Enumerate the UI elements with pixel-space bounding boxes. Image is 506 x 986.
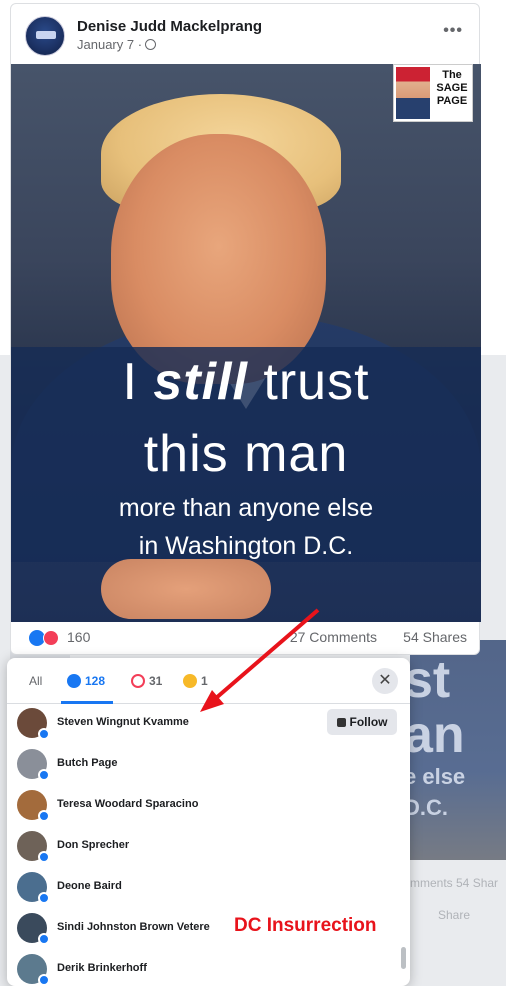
background-caption-fragment: an	[404, 706, 465, 764]
like-badge-icon	[38, 851, 50, 863]
tab-like-count: 128	[85, 674, 106, 688]
like-badge-icon	[38, 974, 50, 986]
reactions-count[interactable]: 160	[67, 629, 90, 645]
background-stats: mments 54 Shar	[410, 876, 499, 890]
post-date[interactable]: January 7 ·	[77, 37, 157, 52]
follow-label: Follow	[349, 715, 388, 729]
reaction-tabs: All 128 31 1 ✕	[7, 658, 410, 704]
reactions-list: Steven Wingnut Kvamme Follow Butch Page …	[7, 704, 410, 986]
shares-count[interactable]: 54 Shares	[403, 629, 467, 645]
like-badge-icon	[38, 933, 50, 945]
caption-word: trust	[247, 353, 370, 411]
author-avatar[interactable]	[25, 16, 65, 56]
tab-haha[interactable]: 1	[183, 674, 208, 688]
caption-emphasis: still	[153, 353, 248, 411]
like-badge-icon	[38, 769, 50, 781]
author-name[interactable]: Denise Judd Mackelprang	[77, 18, 262, 35]
list-item[interactable]: Derik Brinkerhoff	[7, 950, 410, 986]
person-name[interactable]: Don Sprecher	[57, 839, 129, 851]
tab-like[interactable]: 128	[67, 674, 105, 688]
close-button[interactable]: ✕	[372, 668, 398, 694]
person-name[interactable]: Steven Wingnut Kvamme	[57, 716, 189, 728]
tab-haha-count: 1	[201, 674, 208, 688]
image-hands	[101, 559, 271, 619]
follow-icon	[336, 718, 346, 727]
love-icon	[131, 674, 145, 688]
like-badge-icon	[38, 810, 50, 822]
comments-count[interactable]: 27 Comments	[290, 629, 377, 645]
post-header: Denise Judd Mackelprang January 7 · •••	[25, 16, 465, 56]
list-item[interactable]: Deone Baird	[7, 868, 410, 909]
watermark-text: The SAGE PAGE	[436, 69, 468, 107]
post-card: Denise Judd Mackelprang January 7 · ••• …	[10, 3, 481, 655]
post-stats: 160 27 Comments 54 Shares	[25, 628, 467, 648]
image-caption-line-4: in Washington D.C.	[138, 532, 354, 560]
haha-icon	[183, 674, 197, 688]
person-name[interactable]: Deone Baird	[57, 880, 122, 892]
follow-button[interactable]: Follow	[327, 709, 397, 735]
globe-icon	[145, 39, 157, 50]
like-badge-icon	[38, 728, 50, 740]
love-reaction-icon	[43, 630, 59, 646]
image-caption-line-3: more than anyone else	[118, 494, 374, 522]
annotation-label: DC Insurrection	[234, 915, 377, 936]
list-item[interactable]: Butch Page	[7, 745, 410, 786]
background-caption-fragment: st	[404, 651, 451, 709]
caption-word: I	[122, 353, 154, 411]
like-icon	[67, 674, 81, 688]
tab-all[interactable]: All	[29, 674, 42, 688]
list-item[interactable]: Don Sprecher	[7, 827, 410, 868]
post-date-text: January 7 ·	[77, 37, 143, 52]
like-badge-icon	[38, 892, 50, 904]
tab-love[interactable]: 31	[131, 674, 162, 688]
scrollbar[interactable]	[401, 947, 406, 969]
watermark-photo	[396, 67, 430, 119]
post-image[interactable]: I still trust this man more than anyone …	[11, 64, 481, 622]
list-item[interactable]: Teresa Woodard Sparacino	[7, 786, 410, 827]
person-name[interactable]: Derik Brinkerhoff	[57, 962, 147, 974]
list-item[interactable]: Steven Wingnut Kvamme Follow	[7, 704, 410, 745]
background-share-button: Share	[438, 908, 471, 922]
image-caption-line-2: this man	[143, 425, 349, 483]
watermark-logo: The SAGE PAGE	[393, 64, 473, 122]
background-caption-fragment: e else	[404, 764, 466, 789]
person-name[interactable]: Teresa Woodard Sparacino	[57, 798, 198, 810]
post-menu-button[interactable]: •••	[443, 22, 463, 40]
image-caption-line-1: I still trust	[11, 352, 481, 412]
background-caption-fragment: D.C.	[404, 795, 448, 820]
person-name[interactable]: Butch Page	[57, 757, 118, 769]
person-name[interactable]: Sindi Johnston Brown Vetere	[57, 921, 210, 933]
tab-love-count: 31	[149, 674, 163, 688]
screenshot-stage: st an e else D.C. mments 54 Shar Share D…	[0, 0, 506, 986]
